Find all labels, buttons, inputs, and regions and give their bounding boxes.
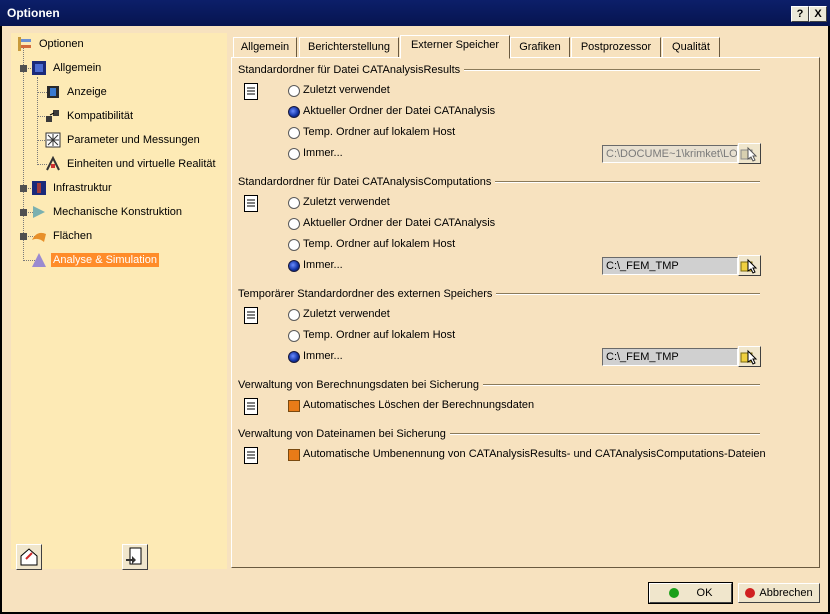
parameters-icon — [45, 132, 61, 148]
computations-option-label: Zuletzt verwendet — [303, 196, 390, 208]
collapse-allgemein[interactable] — [20, 65, 27, 72]
temporary-option-label: Zuletzt verwendet — [303, 308, 390, 320]
options-tree[interactable]: Optionen Allgemein Anzeige Kompatibilitä… — [11, 33, 227, 570]
tree-item-mechanische[interactable]: Mechanische Konstruktion — [31, 203, 184, 221]
computations-group-title: Standardordner für Datei CATAnalysisComp… — [238, 176, 496, 188]
ok-button[interactable]: OK — [648, 582, 733, 604]
title-bar[interactable]: Optionen ? X — [0, 0, 830, 26]
computations-radio-last-used[interactable] — [288, 197, 300, 209]
window-title: Optionen — [7, 6, 60, 20]
results-option-label: Aktueller Ordner der Datei CATAnalysis — [303, 105, 496, 117]
mechanical-design-icon — [31, 204, 47, 220]
help-button[interactable]: ? — [791, 6, 809, 22]
export-options-button[interactable] — [122, 544, 148, 570]
document-icon — [244, 83, 258, 100]
tab-berichterstellung[interactable]: Berichterstellung — [299, 37, 399, 58]
results-radio-last-used[interactable] — [288, 85, 300, 97]
tree-item-anzeige[interactable]: Anzeige — [45, 83, 109, 101]
tree-item-einheiten[interactable]: Einheiten und virtuelle Realität — [45, 155, 218, 173]
reset-options-button[interactable] — [16, 544, 42, 570]
temporary-radio-temp-folder[interactable] — [288, 330, 300, 342]
computations-path-field[interactable]: C:\_FEM_TMP — [602, 257, 738, 275]
computations-browse-button[interactable] — [738, 255, 761, 276]
close-button[interactable]: X — [809, 6, 827, 22]
temporary-browse-button[interactable] — [738, 346, 761, 367]
results-option-label: Temp. Ordner auf lokalem Host — [303, 126, 456, 138]
results-radio-temp-folder[interactable] — [288, 127, 300, 139]
units-icon — [45, 155, 61, 172]
tab-postprozessor[interactable]: Postprozessor — [571, 37, 661, 58]
computations-radio-current-folder[interactable] — [288, 218, 300, 230]
temporary-radio-always[interactable] — [288, 351, 300, 363]
cancel-button[interactable]: Abbrechen — [738, 583, 820, 603]
folder-browse-icon — [739, 349, 760, 369]
results-path-field[interactable]: C:\DOCUME~1\krimket\LO — [602, 145, 738, 163]
shape-icon — [31, 228, 47, 244]
analysis-icon — [31, 252, 47, 268]
tab-externer-speicher[interactable]: Externer Speicher — [400, 35, 510, 59]
infrastructure-icon — [31, 180, 47, 196]
red-cancel-icon — [745, 588, 756, 599]
computations-option-label: Temp. Ordner auf lokalem Host — [303, 238, 456, 250]
computations-radio-temp-folder[interactable] — [288, 239, 300, 251]
tab-grafiken[interactable]: Grafiken — [510, 37, 570, 58]
general-icon — [31, 60, 47, 76]
computations-radio-always[interactable] — [288, 260, 300, 272]
tree-item-parameter[interactable]: Parameter und Messungen — [45, 131, 202, 149]
tree-item-infrastruktur[interactable]: Infrastruktur — [31, 179, 114, 197]
auto-rename-label: Automatische Umbenennung von CATAnalysis… — [303, 448, 766, 460]
computations-option-label: Immer... — [303, 259, 343, 271]
tree-item-kompatibilitaet[interactable]: Kompatibilität — [45, 107, 135, 125]
temporary-option-label: Immer... — [303, 350, 343, 362]
temporary-radio-last-used[interactable] — [288, 309, 300, 321]
results-radio-always[interactable] — [288, 148, 300, 160]
document-icon — [244, 447, 258, 464]
folder-browse-icon — [739, 146, 760, 166]
document-icon — [244, 398, 258, 415]
expand-infrastruktur[interactable] — [20, 185, 27, 192]
home-reset-icon — [17, 548, 41, 572]
save-names-group-title: Verwaltung von Dateinamen bei Sicherung — [238, 428, 450, 440]
expand-flaechen[interactable] — [20, 233, 27, 240]
auto-rename-checkbox[interactable] — [288, 449, 300, 461]
display-icon — [45, 84, 61, 100]
compatibility-icon — [45, 108, 61, 124]
green-check-icon — [668, 588, 679, 599]
results-option-label: Zuletzt verwendet — [303, 84, 390, 96]
tree-item-analyse[interactable]: Analyse & Simulation — [31, 251, 159, 269]
temporary-group-title: Temporärer Standardordner des externen S… — [238, 288, 497, 300]
tab-qualitaet[interactable]: Qualität — [662, 37, 720, 58]
auto-delete-label: Automatisches Löschen der Berechnungsdat… — [303, 399, 535, 411]
document-icon — [244, 195, 258, 212]
tab-allgemein[interactable]: Allgemein — [233, 37, 297, 58]
temporary-path-field[interactable]: C:\_FEM_TMP — [602, 348, 738, 366]
computations-option-label: Aktueller Ordner der Datei CATAnalysis — [303, 217, 496, 229]
auto-delete-checkbox[interactable] — [288, 400, 300, 412]
tree-item-flaechen[interactable]: Flächen — [31, 227, 94, 245]
options-tree-icon — [17, 36, 33, 52]
folder-browse-icon — [739, 258, 760, 278]
save-data-group-title: Verwaltung von Berechnungsdaten bei Sich… — [238, 379, 483, 391]
results-group-title: Standardordner für Datei CATAnalysisResu… — [238, 64, 465, 76]
results-browse-button[interactable] — [738, 143, 761, 164]
tree-item-optionen[interactable]: Optionen — [17, 35, 86, 53]
results-option-label: Immer... — [303, 147, 343, 159]
document-export-icon — [123, 547, 147, 572]
document-icon — [244, 307, 258, 324]
expand-mechanische[interactable] — [20, 209, 27, 216]
results-radio-current-folder[interactable] — [288, 106, 300, 118]
temporary-option-label: Temp. Ordner auf lokalem Host — [303, 329, 456, 341]
tree-item-allgemein[interactable]: Allgemein — [31, 59, 103, 77]
